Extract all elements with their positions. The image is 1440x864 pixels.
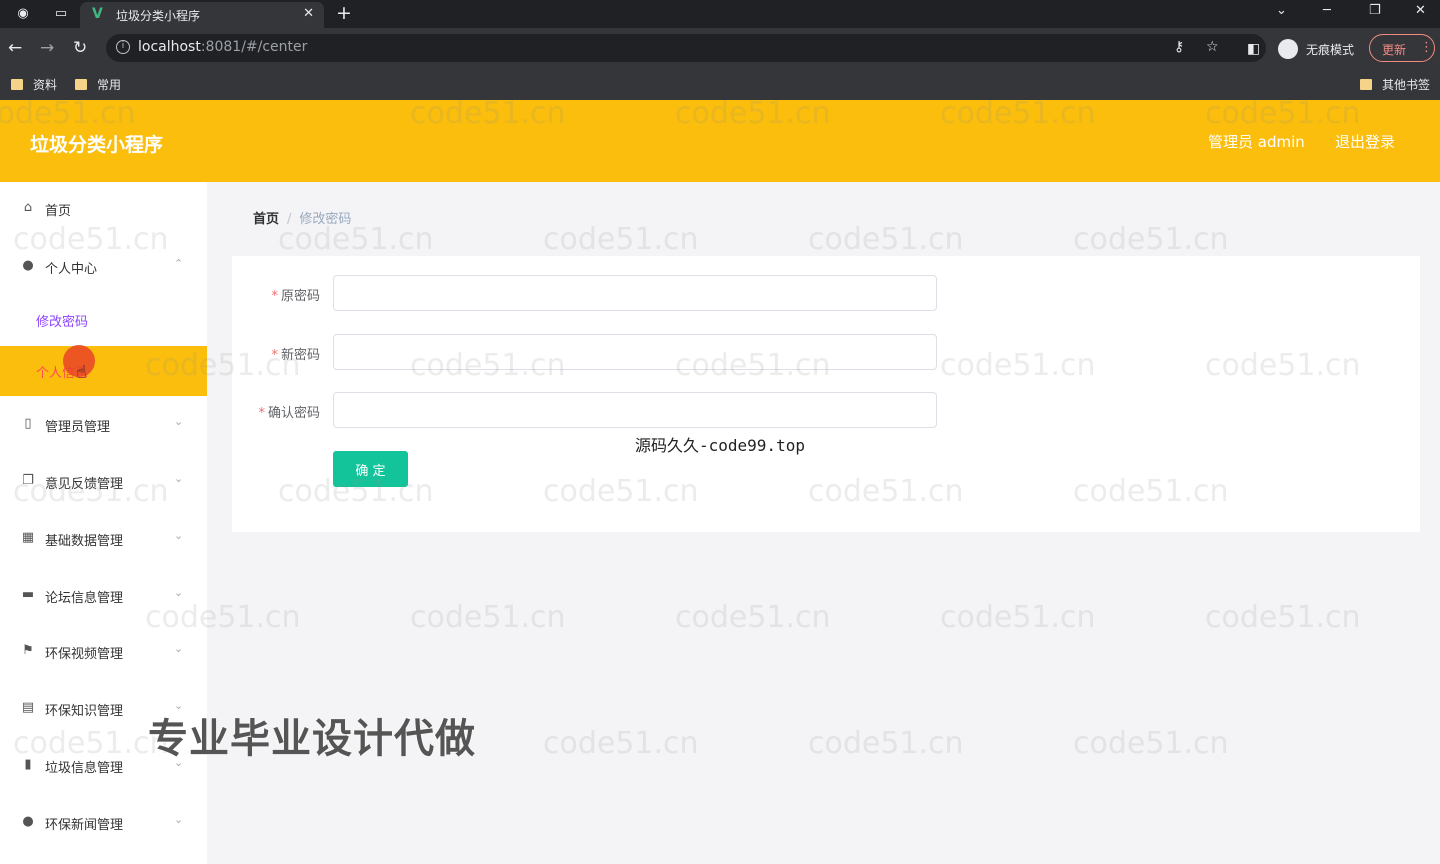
- url-text: localhost:8081/#/center: [138, 39, 308, 55]
- grid-icon: ▦: [21, 530, 35, 545]
- browser-tab[interactable]: V 垃圾分类小程序 ✕: [80, 2, 324, 28]
- window-close-icon[interactable]: ✕: [1415, 3, 1426, 18]
- old-password-label: * 原密码: [271, 289, 320, 304]
- update-button[interactable]: 更新 ⋮: [1369, 34, 1435, 62]
- sidebar-item-forum-mgmt[interactable]: ▬ 论坛信息管理 ⌄: [0, 576, 207, 616]
- sidebar-item-home[interactable]: ⌂ 首页: [0, 189, 207, 229]
- new-password-input[interactable]: [333, 334, 937, 370]
- bar-chart-icon: ▮: [24, 757, 32, 772]
- chevron-down-icon: ⌄: [174, 529, 184, 542]
- chevron-down-icon: ⌄: [174, 472, 184, 485]
- tab-close-icon[interactable]: ✕: [303, 6, 314, 21]
- sidebar-item-personal-info[interactable]: 个人信息: [0, 346, 207, 396]
- breadcrumb: 首页 / 修改密码: [253, 208, 351, 227]
- user-icon: ●: [22, 258, 34, 273]
- phone-icon: ▯: [24, 416, 32, 431]
- flag-icon: ⚑: [22, 643, 34, 658]
- sidebar-item-basic-data-mgmt[interactable]: ▦ 基础数据管理 ⌄: [0, 519, 207, 559]
- restore-icon[interactable]: ❐: [1369, 3, 1381, 18]
- bookmarks-bar: 资料 常用 其他书签: [0, 68, 1440, 100]
- app-title: 垃圾分类小程序: [30, 134, 164, 156]
- address-bar[interactable]: i localhost:8081/#/center ⚷ ☆: [106, 34, 1266, 62]
- folder-icon: [11, 79, 23, 90]
- chevron-down-icon: ⌄: [174, 415, 184, 428]
- folder-icon: [75, 79, 87, 90]
- watermark: code51.cn: [410, 600, 566, 635]
- document-icon: ▤: [21, 700, 35, 715]
- confirm-password-input[interactable]: [333, 392, 937, 428]
- folder-icon: [1360, 79, 1372, 90]
- form-row-confirm-password: * 确认密码: [232, 392, 1420, 428]
- home-icon: ⌂: [23, 200, 33, 215]
- vue-logo-icon: V: [92, 6, 103, 22]
- monitor-icon: ▬: [21, 587, 35, 602]
- incognito-label: 无痕模式: [1306, 43, 1355, 57]
- browser-profile-icon[interactable]: ◉: [14, 5, 32, 23]
- new-password-label: * 新密码: [271, 348, 320, 363]
- watermark: code51.cn: [808, 726, 964, 761]
- tab-title: 垃圾分类小程序: [116, 9, 201, 23]
- source-overlay-text: 源码久久-code99.top: [635, 436, 805, 455]
- tab-search-icon[interactable]: ▭: [52, 5, 70, 23]
- chevron-up-icon: ⌃: [174, 257, 184, 270]
- sidebar-item-news-mgmt[interactable]: ● 环保新闻管理 ⌄: [0, 803, 207, 843]
- watermark: code51.cn: [278, 222, 434, 257]
- change-password-card: * 原密码 * 新密码 * 确认密码 确 定: [232, 256, 1420, 532]
- breadcrumb-separator: /: [287, 212, 292, 227]
- tab-list-chevron-icon[interactable]: ⌄: [1276, 3, 1287, 18]
- site-info-icon[interactable]: i: [116, 40, 130, 54]
- sidebar-item-change-password[interactable]: 修改密码: [0, 300, 207, 340]
- user-info: 管理员 admin: [1208, 133, 1305, 151]
- browser-toolbar: ← → ↻ i localhost:8081/#/center ⚷ ☆ ◧ 无痕…: [0, 28, 1440, 68]
- chevron-down-icon: ⌄: [174, 642, 184, 655]
- sidebar-item-personal-center[interactable]: ● 个人中心 ⌃: [0, 247, 207, 287]
- breadcrumb-current: 修改密码: [299, 212, 352, 227]
- copy-icon: ❐: [22, 473, 34, 488]
- chevron-down-icon: ⌄: [174, 813, 184, 826]
- minimize-icon[interactable]: ─: [1323, 3, 1331, 18]
- bookmark-star-icon[interactable]: ☆: [1206, 39, 1219, 55]
- form-row-new-password: * 新密码: [232, 334, 1420, 370]
- watermark: code51.cn: [940, 600, 1096, 635]
- location-pin-icon: ●: [22, 814, 34, 829]
- watermark: code51.cn: [1073, 726, 1229, 761]
- logout-link[interactable]: 退出登录: [1335, 131, 1395, 152]
- side-panel-icon[interactable]: ◧: [1247, 39, 1260, 59]
- password-key-icon[interactable]: ⚷: [1174, 39, 1184, 55]
- app-header: 垃圾分类小程序 管理员 admin 退出登录: [0, 100, 1440, 182]
- watermark: code51.cn: [675, 600, 831, 635]
- sidebar-item-video-mgmt[interactable]: ⚑ 环保视频管理 ⌄: [0, 632, 207, 672]
- watermark: code51.cn: [543, 222, 699, 257]
- watermark: code51.cn: [1073, 222, 1229, 257]
- sidebar-item-admin-mgmt[interactable]: ▯ 管理员管理 ⌄: [0, 405, 207, 445]
- browser-tab-bar: ◉ ▭ V 垃圾分类小程序 ✕ + ⌄ ─ ❐ ✕: [0, 0, 1440, 28]
- incognito-icon[interactable]: [1278, 39, 1298, 59]
- pointer-hand-icon: ☝: [76, 362, 87, 383]
- watermark: code51.cn: [543, 726, 699, 761]
- other-bookmarks[interactable]: 其他书签: [1360, 76, 1430, 93]
- breadcrumb-home[interactable]: 首页: [253, 212, 279, 227]
- sidebar-item-feedback-mgmt[interactable]: ❐ 意见反馈管理 ⌄: [0, 462, 207, 502]
- old-password-input[interactable]: [333, 275, 937, 311]
- back-icon[interactable]: ←: [8, 38, 22, 58]
- menu-kebab-icon: ⋮: [1420, 40, 1433, 55]
- confirm-button[interactable]: 确 定: [333, 451, 408, 487]
- chevron-down-icon: ⌄: [174, 586, 184, 599]
- reload-icon[interactable]: ↻: [73, 38, 87, 58]
- watermark: code51.cn: [1205, 600, 1361, 635]
- bookmark-folder-ziliao[interactable]: 资料: [11, 76, 57, 93]
- new-tab-icon[interactable]: +: [336, 2, 352, 24]
- bookmark-folder-changyong[interactable]: 常用: [75, 76, 121, 93]
- watermark: code51.cn: [808, 222, 964, 257]
- forward-icon[interactable]: →: [40, 38, 54, 58]
- promo-overlay-text: 专业毕业设计代做: [148, 716, 476, 762]
- form-row-old-password: * 原密码: [232, 275, 1420, 311]
- confirm-password-label: * 确认密码: [258, 406, 320, 421]
